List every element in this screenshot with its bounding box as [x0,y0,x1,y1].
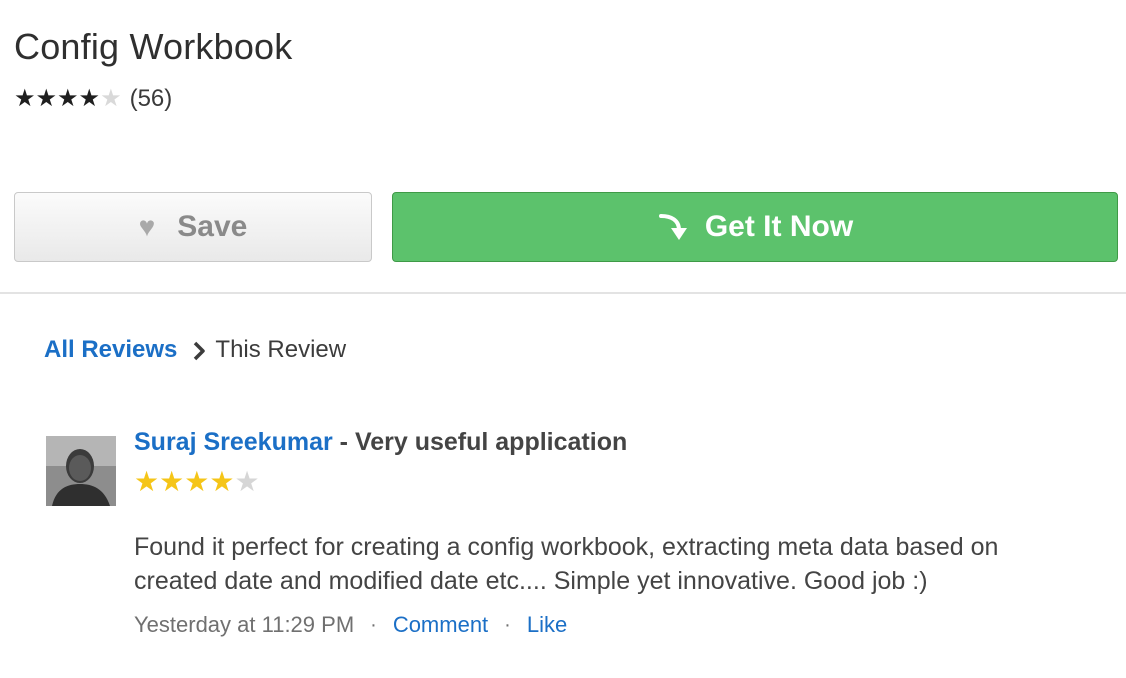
breadcrumb: All Reviews This Review [44,336,346,364]
review-title-separator: - [332,428,355,456]
star-icon: ★ [78,85,101,112]
star-icon: ★ [57,85,79,112]
star-icon: ★ [134,466,160,497]
curved-arrow-icon [657,210,691,244]
save-button[interactable]: ♥ Save [14,192,372,262]
app-rating-stars: ★ ★ ★ ★ ★ [14,87,122,111]
meta-separator: · [370,613,377,636]
star-icon: ★ [184,466,210,497]
comment-link[interactable]: Comment [393,612,488,638]
star-empty-icon: ★ [100,85,122,112]
review-timestamp: Yesterday at 11:29 PM [134,612,355,637]
star-icon: ★ [159,466,185,497]
reviewer-avatar[interactable] [46,436,116,506]
review-title: Very useful application [354,428,628,456]
heart-icon: ♥ [138,211,156,242]
star-icon: ★ [209,466,235,497]
section-divider [0,292,1126,294]
app-listing-page: Config Workbook ★ ★ ★ ★ ★ (56) ♥ Save Ge… [0,0,1126,678]
star-icon: ★ [35,85,58,112]
meta-separator: · [504,613,511,636]
like-link[interactable]: Like [527,612,567,638]
get-it-now-button[interactable]: Get It Now [392,192,1118,262]
review-body: Found it perfect for creating a config w… [134,533,999,595]
star-empty-icon: ★ [234,466,260,497]
star-icon: ★ [14,85,36,112]
breadcrumb-current: This Review [215,336,347,363]
save-button-label: Save [177,210,248,243]
rating-count: (56) [129,85,173,112]
review-heading: Suraj Sreekumar - Very useful applicatio… [134,428,627,457]
chevron-right-icon [193,340,206,361]
review-meta: Yesterday at 11:29 PM · Comment · Like [134,612,567,638]
review-rating-stars: ★ ★ ★ ★ ★ [134,468,260,496]
get-it-now-label: Get It Now [704,210,854,243]
app-title: Config Workbook [14,26,293,67]
app-rating: ★ ★ ★ ★ ★ (56) [14,84,172,114]
reviewer-name-link[interactable]: Suraj Sreekumar [134,428,333,456]
breadcrumb-all-reviews-link[interactable]: All Reviews [44,336,177,364]
